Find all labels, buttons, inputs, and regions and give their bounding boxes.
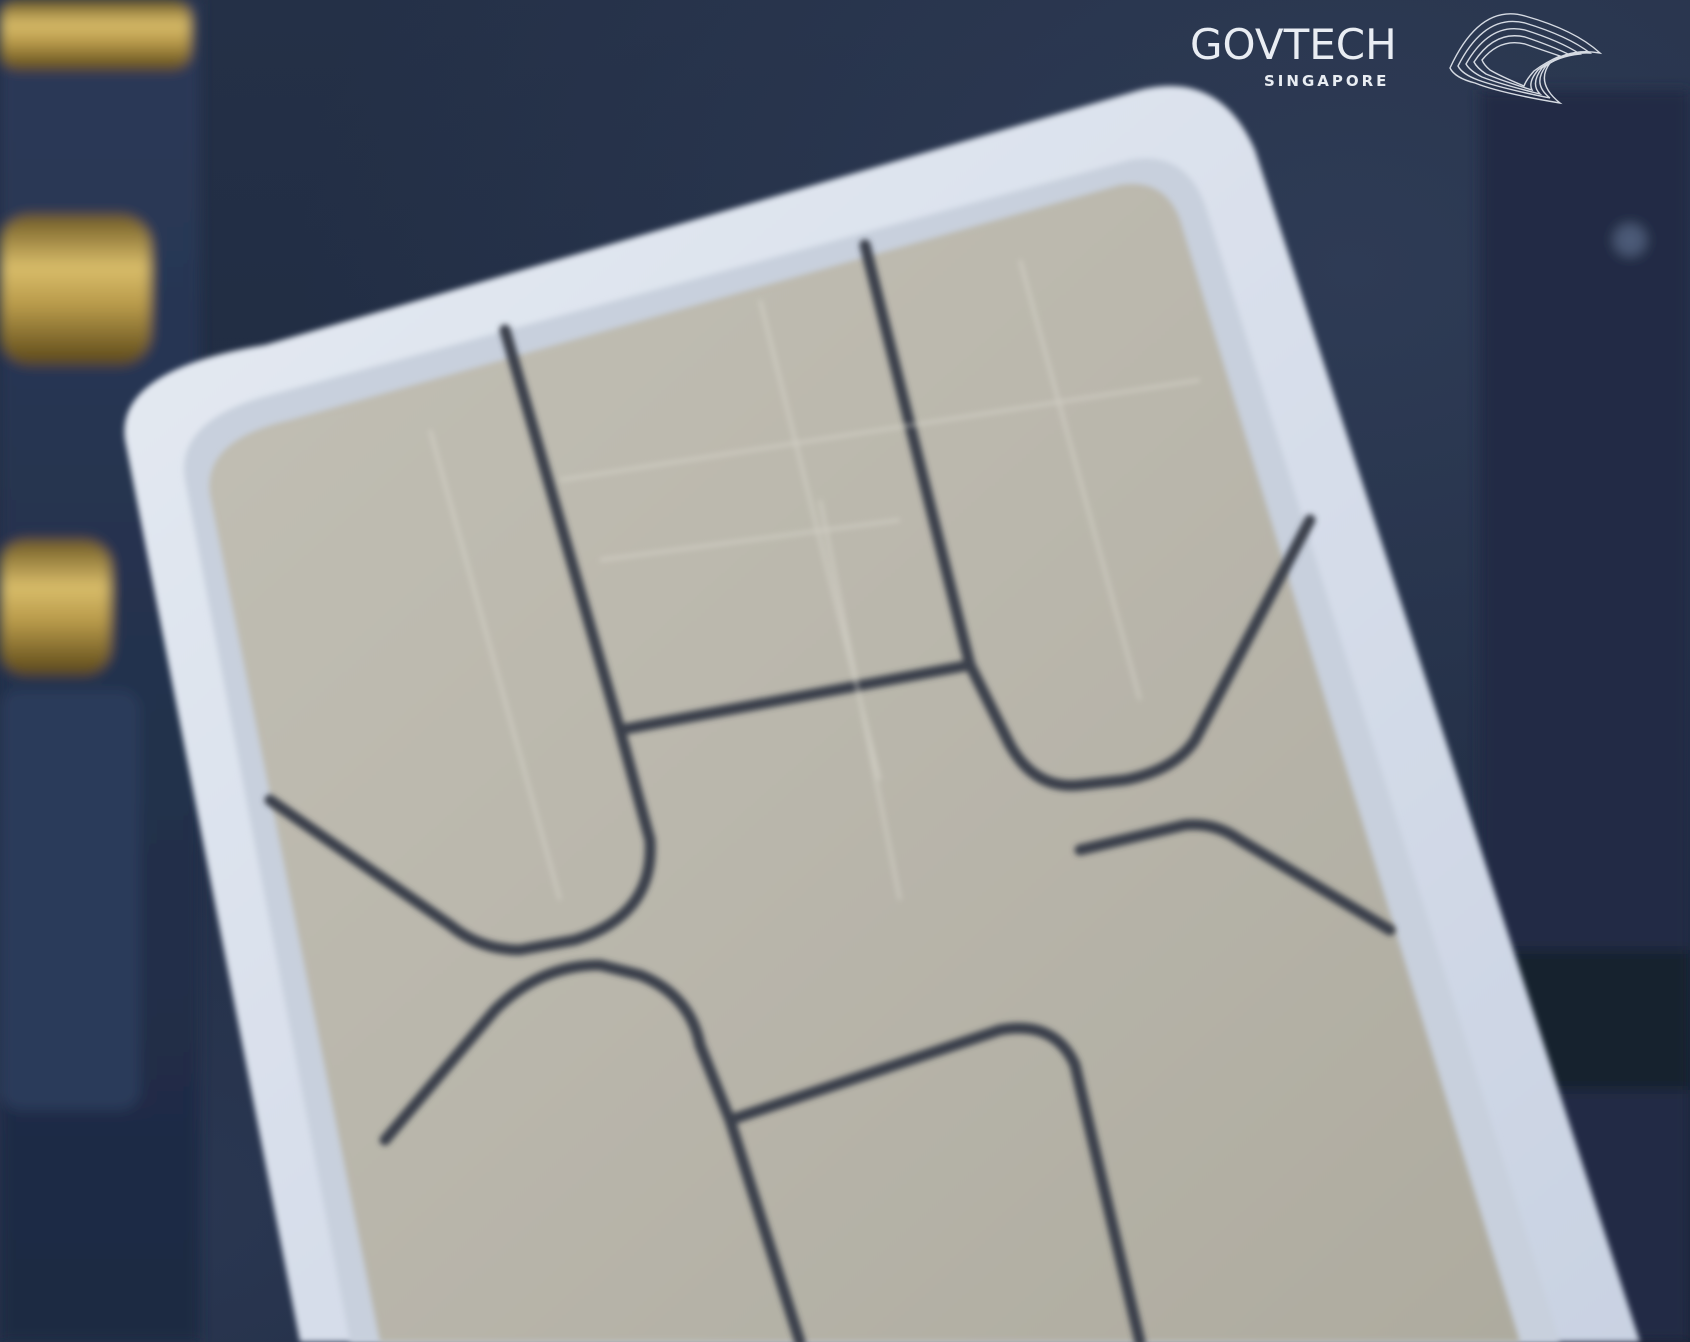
- logo-subtitle: SINGAPORE: [1264, 72, 1390, 90]
- wave-ribbon-icon: [1449, 13, 1603, 105]
- sim-card: [124, 86, 1640, 1342]
- photo-scene: GOVTECH SINGAPORE: [0, 0, 1690, 1342]
- govtech-logo: GOVTECH SINGAPORE: [1190, 8, 1610, 108]
- logo-wordmark: GOVTECH: [1190, 20, 1397, 69]
- sim-card-photo: [0, 0, 1690, 1342]
